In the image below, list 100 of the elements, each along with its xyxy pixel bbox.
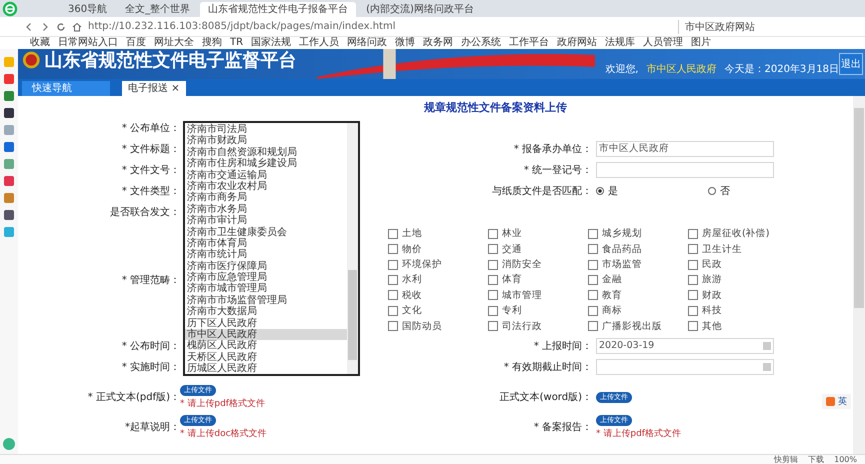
checkbox[interactable] <box>388 274 398 285</box>
checkbox[interactable] <box>488 260 498 270</box>
list-option[interactable]: 济南市住房和城乡建设局 <box>185 158 347 170</box>
list-option[interactable]: 济南市城市管理局 <box>185 283 347 295</box>
bookmark-link[interactable]: 日常网站入口 <box>58 37 118 49</box>
checkbox[interactable] <box>688 290 698 300</box>
list-option[interactable]: 济南市农业农村局 <box>185 180 347 192</box>
list-option[interactable]: 济南市商务局 <box>185 192 347 204</box>
checkbox-label: 其他 <box>702 320 722 333</box>
bookmark-link[interactable]: 政务网 <box>423 37 454 49</box>
status-item[interactable]: 快剪辑 <box>774 455 798 464</box>
unit-listbox[interactable]: 济南市司法局 济南市财政局 济南市自然资源和规划局 济南市住房和城乡建设局 济南市交通运输局 济南市农业农村局 济南市商务局 济南市水务局 济南市审计局 济南市卫生健康委员会 济南市体育局 济南市统计局 济南市医疗保障局 济南市应急管理局 济南市城市管理局 济南市市场监督管理局 济南市大数据局 历下区人民政府 市中区人民政府 槐荫区人民政府 天桥区人民政府 历城区人民政府 <box>183 121 360 376</box>
checkbox[interactable] <box>688 244 698 254</box>
field-label: * 报备承办单位： <box>514 144 592 154</box>
checkbox[interactable] <box>588 274 598 285</box>
checkbox[interactable] <box>588 290 598 300</box>
bookmark-link[interactable]: 搜狗 <box>202 37 222 49</box>
checkbox[interactable] <box>688 260 698 270</box>
address-field[interactable]: http://10.232.116.103:8085/jdpt/back/pages/main/index.html <box>88 21 672 32</box>
list-option[interactable]: 济南市统计局 <box>185 249 347 261</box>
checkbox-label: 城市管理 <box>502 288 542 302</box>
input-field[interactable] <box>596 162 774 178</box>
bookmark-link[interactable]: 工作平台 <box>509 37 550 49</box>
checkbox[interactable] <box>388 260 398 270</box>
list-option[interactable]: 济南市财政局 <box>185 135 347 147</box>
checkbox[interactable] <box>688 274 698 285</box>
checkbox-label: 房屋征收(补偿) <box>702 227 770 240</box>
radio-button[interactable] <box>708 186 716 194</box>
bookmark-link[interactable]: 网络问政 <box>347 37 388 49</box>
list-option[interactable]: 济南市司法局 <box>185 124 347 136</box>
checkbox[interactable] <box>588 306 598 316</box>
bookmark-link[interactable]: TR <box>230 37 244 49</box>
checkbox[interactable] <box>688 228 698 239</box>
checkbox[interactable] <box>488 321 498 332</box>
assistant-icon[interactable] <box>3 438 15 450</box>
list-option[interactable]: 历下区人民政府 <box>185 318 347 330</box>
quick-nav-tab[interactable]: 快速导航 <box>22 81 110 96</box>
checkbox[interactable] <box>588 228 598 239</box>
list-option[interactable]: 济南市水务局 <box>185 204 347 216</box>
bookmark-link[interactable]: 微博 <box>395 37 416 49</box>
checkbox[interactable] <box>388 290 398 300</box>
checkbox[interactable] <box>588 321 598 332</box>
list-option[interactable]: 济南市交通运输局 <box>185 170 347 181</box>
browser-tab[interactable]: (内部交流)网络问政平台 <box>358 2 482 17</box>
browser-tab[interactable]: 360导航 <box>60 2 116 17</box>
list-option[interactable]: 济南市体育局 <box>185 238 347 250</box>
checkbox-label: 体育 <box>502 273 522 286</box>
browser-tab[interactable]: 全文_整个世界 <box>117 2 198 17</box>
field-label: *起草说明： <box>124 420 180 434</box>
date-field[interactable] <box>596 358 774 374</box>
date-field[interactable]: 2020-03-19 <box>596 338 774 354</box>
checkbox[interactable] <box>688 321 698 332</box>
forward-icon[interactable] <box>40 22 50 32</box>
checkbox[interactable] <box>588 244 598 254</box>
list-option[interactable]: 天桥区人民政府 <box>185 352 347 364</box>
list-option[interactable]: 济南市市场监督管理局 <box>185 294 347 306</box>
search-field[interactable]: 市中区政府网站 <box>678 20 805 34</box>
bookmark-link[interactable]: 网址大全 <box>154 37 194 49</box>
field-label: * 备案报告： <box>534 422 592 433</box>
checkbox[interactable] <box>488 244 498 254</box>
browser-logo-icon[interactable] <box>2 0 18 16</box>
input-field[interactable]: 市中区人民政府 <box>596 140 774 156</box>
list-option[interactable]: 济南市审计局 <box>185 215 347 227</box>
list-option[interactable]: 济南市自然资源和规划局 <box>185 146 347 158</box>
bookmark-link[interactable]: 收藏 <box>30 37 50 49</box>
radio-button[interactable] <box>596 186 604 194</box>
field-label: * 公布时间： <box>120 340 180 352</box>
bookmark-link[interactable]: 人员管理 <box>643 37 684 49</box>
checkbox-label: 广播影视出版 <box>602 320 662 333</box>
home-icon[interactable] <box>72 22 82 32</box>
checkbox[interactable] <box>588 260 598 270</box>
list-option[interactable]: 济南市卫生健康委员会 <box>185 226 347 238</box>
list-option[interactable]: 市中区人民政府 <box>185 329 347 340</box>
status-item[interactable]: 100% <box>834 455 857 464</box>
checkbox[interactable] <box>488 290 498 300</box>
checkbox-label: 文化 <box>402 304 422 318</box>
checkbox[interactable] <box>688 306 698 316</box>
logout-button[interactable]: 退出 <box>839 53 863 75</box>
back-icon[interactable] <box>24 22 34 32</box>
checkbox[interactable] <box>388 321 398 332</box>
list-option[interactable]: 济南市大数据局 <box>185 306 347 318</box>
checkbox[interactable] <box>388 244 398 254</box>
checkbox[interactable] <box>488 306 498 316</box>
refresh-icon[interactable] <box>56 22 66 32</box>
list-option[interactable]: 济南市医疗保障局 <box>185 260 347 272</box>
list-option[interactable]: 槐荫区人民政府 <box>185 340 347 352</box>
page-tab[interactable]: 电子报送 × <box>122 81 186 96</box>
scrollbar[interactable] <box>853 96 865 454</box>
checkbox[interactable] <box>388 228 398 239</box>
checkbox[interactable] <box>388 306 398 316</box>
checkbox[interactable] <box>488 274 498 285</box>
bookmark-link[interactable]: 图片 <box>691 37 712 49</box>
list-option[interactable]: 济南市应急管理局 <box>185 272 347 284</box>
scrollbar[interactable] <box>347 123 358 374</box>
status-item[interactable]: 下载 <box>808 455 824 464</box>
ime-toolbar[interactable]: 英 <box>822 394 851 409</box>
list-option[interactable]: 历城区人民政府 <box>185 363 347 374</box>
browser-tab[interactable]: 山东省规范性文件电子报备平台 <box>200 2 356 17</box>
bookmark-link[interactable]: 工作人员 <box>299 37 340 49</box>
checkbox[interactable] <box>488 228 498 239</box>
